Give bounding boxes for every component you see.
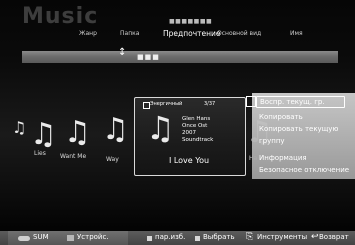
top-bar-marker-icon: ↕ [118, 47, 127, 58]
track-type: Soundtrack [182, 137, 214, 143]
track-title: I Love You [168, 156, 210, 165]
back-icon: ↩ [311, 232, 319, 242]
app-title: Music [22, 4, 99, 29]
music-note-icon[interactable]: ♫ [102, 115, 129, 145]
tab-folder[interactable]: Папка [120, 30, 139, 37]
back-button[interactable]: Возврат [319, 233, 349, 241]
track-counter: 3/37 [204, 101, 216, 107]
track-label: Lies [34, 150, 46, 157]
select-icon [195, 236, 200, 241]
tab-genre[interactable]: Жанр [79, 30, 97, 37]
tools-icon: ⎘ [246, 232, 254, 242]
sum-button[interactable]: SUM [33, 233, 49, 241]
tab-preference[interactable]: Предпочтение [163, 29, 221, 38]
menu-item-information[interactable]: Информация [259, 154, 307, 162]
menu-item-copy-current[interactable]: Копировать текущую [259, 125, 338, 133]
page-indicator: ■■■■■■■ [169, 18, 213, 25]
tab-name[interactable]: Имя [290, 30, 303, 37]
music-note-icon[interactable]: ♫ [30, 120, 57, 150]
menu-item-play-current-group[interactable]: Воспр. текущ. гр. [256, 96, 345, 108]
sum-icon [18, 236, 30, 241]
track-year: 2007 [182, 130, 196, 136]
track-checkbox[interactable] [143, 102, 150, 109]
menu-item-group[interactable]: группу [259, 137, 285, 145]
track-artist: Glen Hans [182, 116, 211, 122]
music-note-icon: ♫ [146, 109, 175, 147]
select-button[interactable]: Выбрать [203, 233, 235, 241]
menu-item-copy[interactable]: Копировать [259, 113, 303, 121]
tab-basic-view[interactable]: Основной вид [217, 30, 261, 37]
device-button[interactable]: Устройс. [77, 233, 109, 241]
play-icon [147, 236, 152, 241]
top-scroll-bar[interactable] [22, 51, 338, 63]
track-album: Once Ost [182, 123, 208, 129]
track-genre: Энергичный [150, 101, 183, 107]
music-note-icon[interactable]: ♫ [12, 120, 26, 136]
tools-button[interactable]: Инструменты [257, 233, 307, 241]
top-bar-dots: ■■■ [137, 53, 160, 61]
menu-item-safe-remove[interactable]: Безопасное отключение [259, 166, 349, 174]
menu-marker-box [246, 96, 256, 107]
music-note-icon[interactable]: ♫ [64, 118, 91, 148]
track-label: Way [106, 156, 119, 163]
device-icon [67, 235, 74, 241]
play-button[interactable]: пар.изб. [155, 233, 185, 241]
track-label: Want Me [60, 153, 87, 160]
